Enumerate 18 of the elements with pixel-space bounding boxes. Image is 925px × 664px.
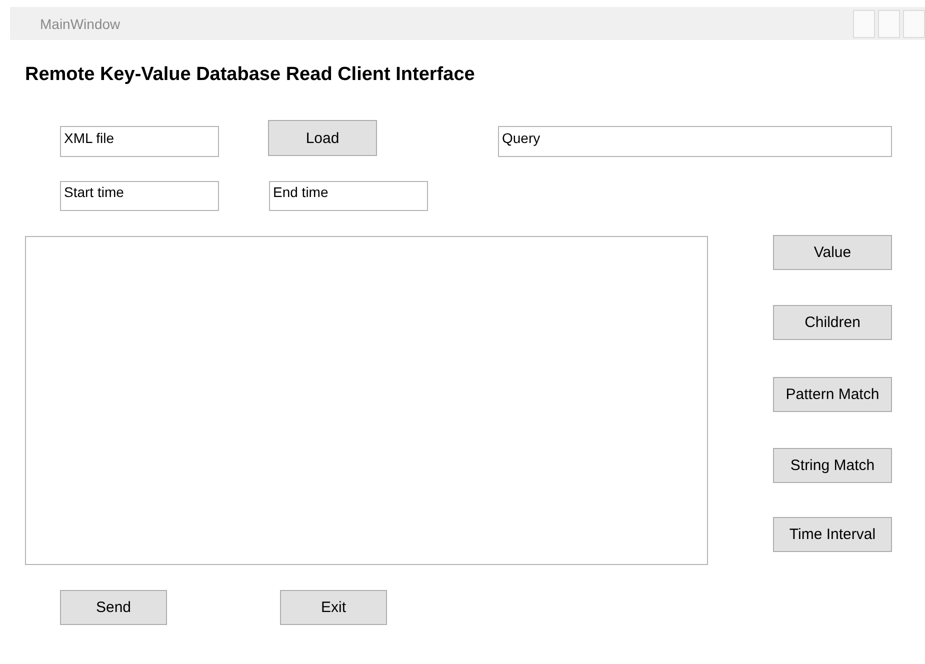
action-button[interactable]: Value: [773, 235, 892, 270]
start-time-field[interactable]: Start time: [60, 181, 219, 211]
file-field[interactable]: XML file: [60, 126, 219, 157]
action-button[interactable]: String Match: [773, 448, 892, 483]
window-title: MainWindow: [40, 16, 122, 32]
send-button[interactable]: Send: [60, 590, 167, 625]
minimize-button[interactable]: [853, 10, 875, 38]
close-button[interactable]: [903, 10, 925, 38]
load-button[interactable]: Load: [268, 120, 377, 156]
action-button[interactable]: Children: [773, 305, 892, 340]
output-area[interactable]: [25, 236, 708, 565]
heading: Remote Key-Value Database Read Client Interface: [25, 64, 475, 86]
maximize-button[interactable]: [878, 10, 900, 38]
action-button[interactable]: Pattern Match: [773, 377, 892, 412]
action-button[interactable]: Time Interval: [773, 517, 892, 552]
end-time-field[interactable]: End time: [269, 181, 428, 211]
exit-button[interactable]: Exit: [280, 590, 387, 625]
query-field[interactable]: Query: [498, 126, 892, 157]
